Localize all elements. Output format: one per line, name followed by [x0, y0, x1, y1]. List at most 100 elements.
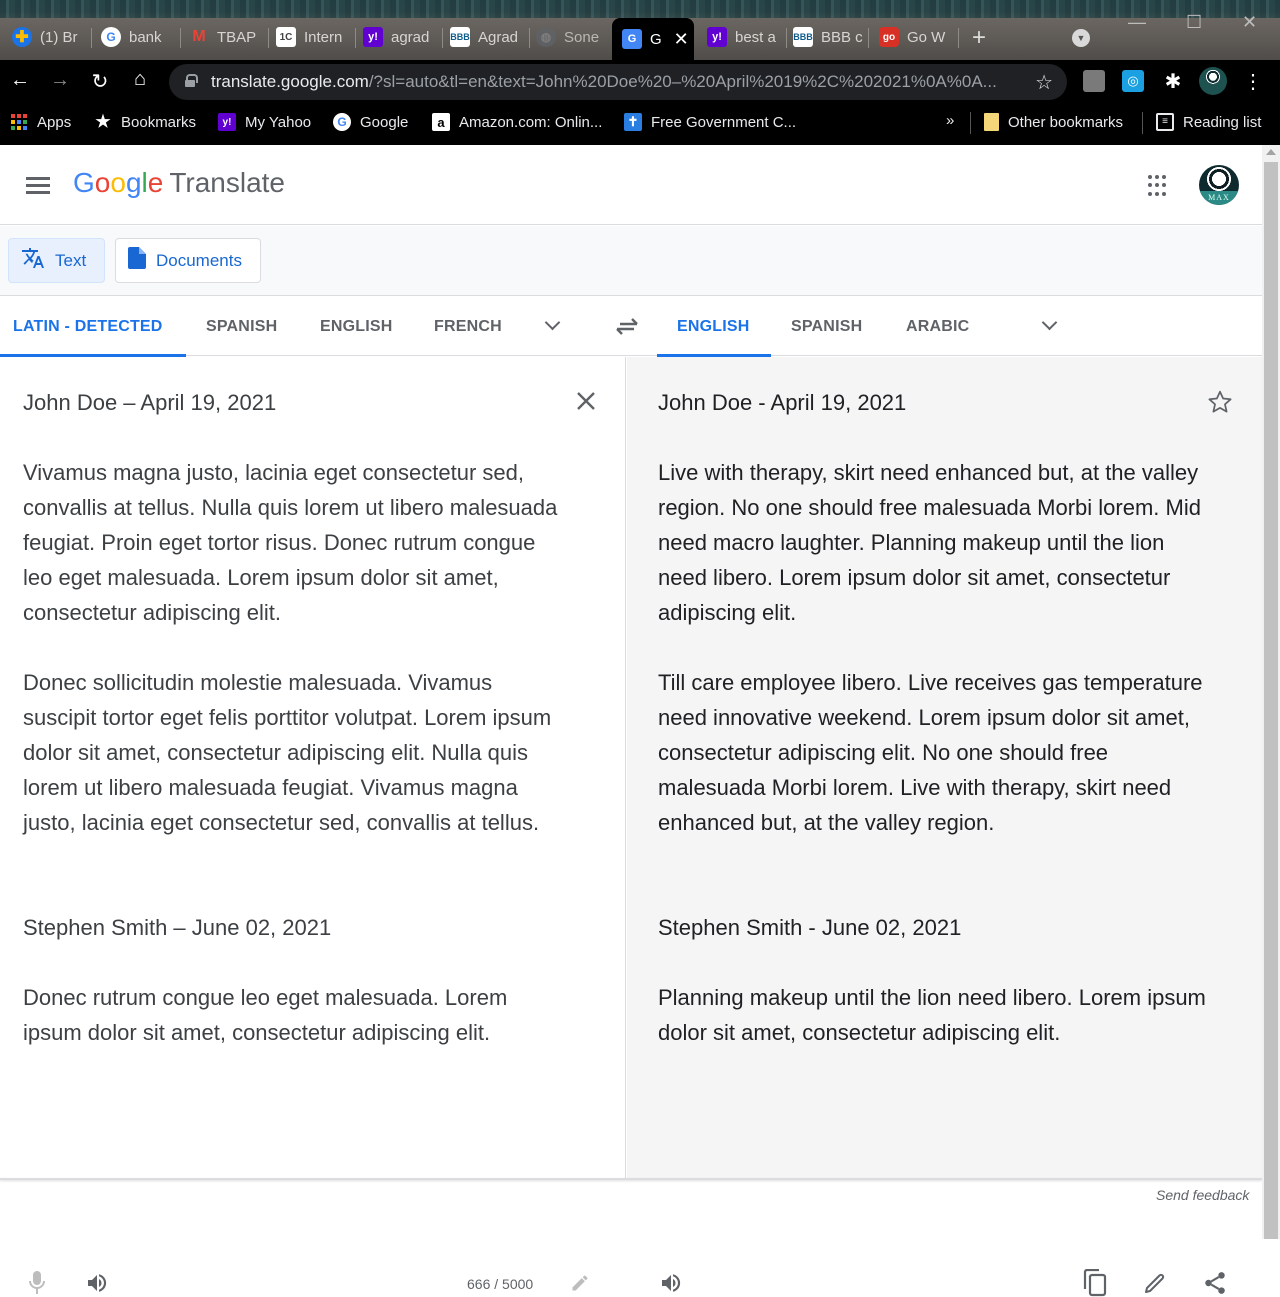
browser-tab[interactable]: y! best a [707, 22, 787, 52]
reload-icon[interactable]: ↻ [88, 69, 112, 94]
source-lang-more-chevron-icon[interactable] [546, 319, 558, 331]
source-lang-english[interactable]: ENGLISH [320, 297, 393, 356]
tab-title: (1) Br [40, 28, 78, 46]
save-translation-star-icon[interactable] [1207, 389, 1233, 415]
browser-tab[interactable]: BBB BBB c [793, 22, 869, 52]
bookmark-star-icon[interactable]: ☆ [1035, 70, 1053, 95]
swap-languages-icon[interactable] [614, 315, 640, 337]
home-icon[interactable]: ⌂ [128, 68, 152, 91]
listen-translation-icon[interactable] [657, 1269, 685, 1297]
send-feedback-link[interactable]: Send feedback [1156, 1187, 1249, 1203]
mode-documents-button[interactable]: Documents [115, 238, 261, 283]
tab-title: Agrad [478, 28, 519, 46]
window-background [0, 0, 1280, 18]
reading-list-icon: ≡ [1156, 113, 1174, 131]
share-translation-icon[interactable] [1201, 1269, 1229, 1297]
logo-letter: e [147, 167, 164, 198]
bookmarks-overflow-button[interactable]: » [946, 112, 954, 129]
language-bar: LATIN - DETECTED SPANISH ENGLISH FRENCH … [0, 297, 1262, 357]
microphone-icon[interactable] [23, 1269, 51, 1297]
extensions-puzzle-icon[interactable]: ✱ [1162, 70, 1184, 93]
close-tab-icon[interactable]: ✕ [674, 29, 689, 50]
url-text[interactable]: translate.google.com/?sl=auto&tl=en&text… [211, 72, 997, 92]
bookmark-google[interactable]: G Google [333, 113, 408, 131]
yahoo-icon: y! [707, 27, 727, 47]
gmail-icon: M [192, 28, 206, 45]
target-lang-more-chevron-icon[interactable] [1043, 319, 1055, 331]
close-window-icon[interactable]: ✕ [1242, 12, 1257, 33]
bookmark-bookmarks[interactable]: ★ Bookmarks [94, 112, 196, 131]
browser-tab[interactable]: ✚ (1) Br [12, 22, 92, 52]
forward-icon[interactable]: → [48, 69, 72, 92]
target-lang-spanish[interactable]: SPANISH [791, 297, 862, 356]
1c-site-icon: 1C [276, 27, 296, 47]
tab-search-icon[interactable]: ▼ [1072, 29, 1090, 47]
clear-text-icon[interactable] [574, 389, 598, 413]
lang-label: SPANISH [206, 317, 278, 335]
source-paragraph: Donec rutrum congue leo eget malesuada. … [23, 985, 508, 1045]
source-lang-detected[interactable]: LATIN - DETECTED [0, 297, 186, 357]
edit-translation-pencil-icon[interactable] [1141, 1269, 1169, 1297]
bookmark-label: Free Government C... [651, 113, 797, 131]
browser-tab[interactable]: y! agrad [363, 22, 443, 52]
browser-tab[interactable]: M TBAP [189, 22, 269, 52]
more-menu-icon[interactable]: ⋮ [1242, 70, 1264, 93]
back-icon[interactable]: ← [8, 69, 32, 92]
fingerprint-extension-icon[interactable]: ◎ [1122, 70, 1144, 92]
browser-tab[interactable]: 1C Intern [276, 22, 356, 52]
lang-label: LATIN - DETECTED [13, 317, 163, 335]
scrollbar-thumb[interactable] [1264, 162, 1278, 1239]
browser-tab[interactable]: BBB Agrad [450, 22, 530, 52]
browser-tab[interactable]: G bank [101, 22, 181, 52]
google-translate-icon: G [622, 29, 642, 49]
source-panel[interactable]: John Doe – April 19, 2021 Vivamus magna … [0, 357, 626, 1294]
go-site-icon: go [879, 27, 899, 47]
globe-icon: ◍ [536, 27, 556, 47]
address-bar[interactable]: translate.google.com/?sl=auto&tl=en&text… [169, 64, 1067, 100]
url-host: translate.google.com [211, 72, 369, 91]
new-tab-button[interactable]: + [972, 24, 986, 52]
copy-translation-icon[interactable] [1081, 1269, 1109, 1297]
logo-letter: g [125, 167, 142, 198]
browser-tab[interactable]: go Go W [879, 22, 959, 52]
character-counter: 666 / 5000 [467, 1276, 534, 1292]
minimize-icon[interactable]: — [1128, 12, 1146, 33]
translation-heading: John Doe - April 19, 2021 [658, 390, 907, 415]
bookmark-free-government[interactable]: ✝ Free Government C... [624, 113, 796, 131]
google-apps-icon[interactable] [1148, 175, 1170, 197]
mode-label: Documents [156, 250, 242, 270]
bookmark-amazon[interactable]: a Amazon.com: Onlin... [432, 113, 602, 131]
map-extension-icon[interactable] [1083, 70, 1105, 92]
tab-title: BBB c [821, 28, 863, 46]
source-text-input[interactable]: John Doe – April 19, 2021 Vivamus magna … [23, 385, 563, 1050]
star-icon: ★ [95, 112, 111, 131]
source-paragraph: Vivamus magna justo, lacinia eget consec… [23, 460, 558, 625]
maximize-icon[interactable]: ☐ [1186, 12, 1202, 33]
source-lang-french[interactable]: FRENCH [434, 297, 502, 356]
account-avatar[interactable]: MAX [1199, 165, 1239, 205]
lang-label: ARABIC [906, 317, 970, 335]
tab-separator [958, 28, 959, 48]
other-bookmarks[interactable]: Other bookmarks [984, 113, 1123, 131]
bookmark-my-yahoo[interactable]: y! My Yahoo [218, 113, 311, 131]
browser-tab-active[interactable]: G G ✕ [612, 18, 694, 60]
google-translate-logo[interactable]: Google Translate [73, 167, 285, 199]
target-lang-arabic[interactable]: ARABIC [906, 297, 969, 356]
bookmark-apps[interactable]: Apps [10, 113, 71, 131]
bbb-icon: BBB [450, 27, 470, 47]
page-scrollbar[interactable] [1262, 145, 1280, 1239]
mode-text-button[interactable]: Text [8, 238, 106, 283]
amazon-icon: a [432, 113, 450, 131]
logo-product-name: Translate [169, 167, 286, 198]
listen-source-icon[interactable] [83, 1269, 111, 1297]
reading-list[interactable]: ≡ Reading list [1156, 113, 1261, 131]
scroll-up-arrow-icon[interactable] [1266, 149, 1276, 155]
url-path: /?sl=auto&tl=en&text=John%20Doe%20–%20Ap… [368, 72, 997, 91]
source-lang-spanish[interactable]: SPANISH [206, 297, 277, 356]
tab-separator [91, 28, 92, 48]
profile-avatar[interactable] [1199, 67, 1227, 95]
target-lang-english[interactable]: ENGLISH [657, 297, 771, 357]
browser-tab[interactable]: ◍ Sone [536, 22, 612, 52]
handwriting-pencil-icon[interactable] [566, 1269, 594, 1297]
main-menu-icon[interactable] [26, 177, 50, 195]
